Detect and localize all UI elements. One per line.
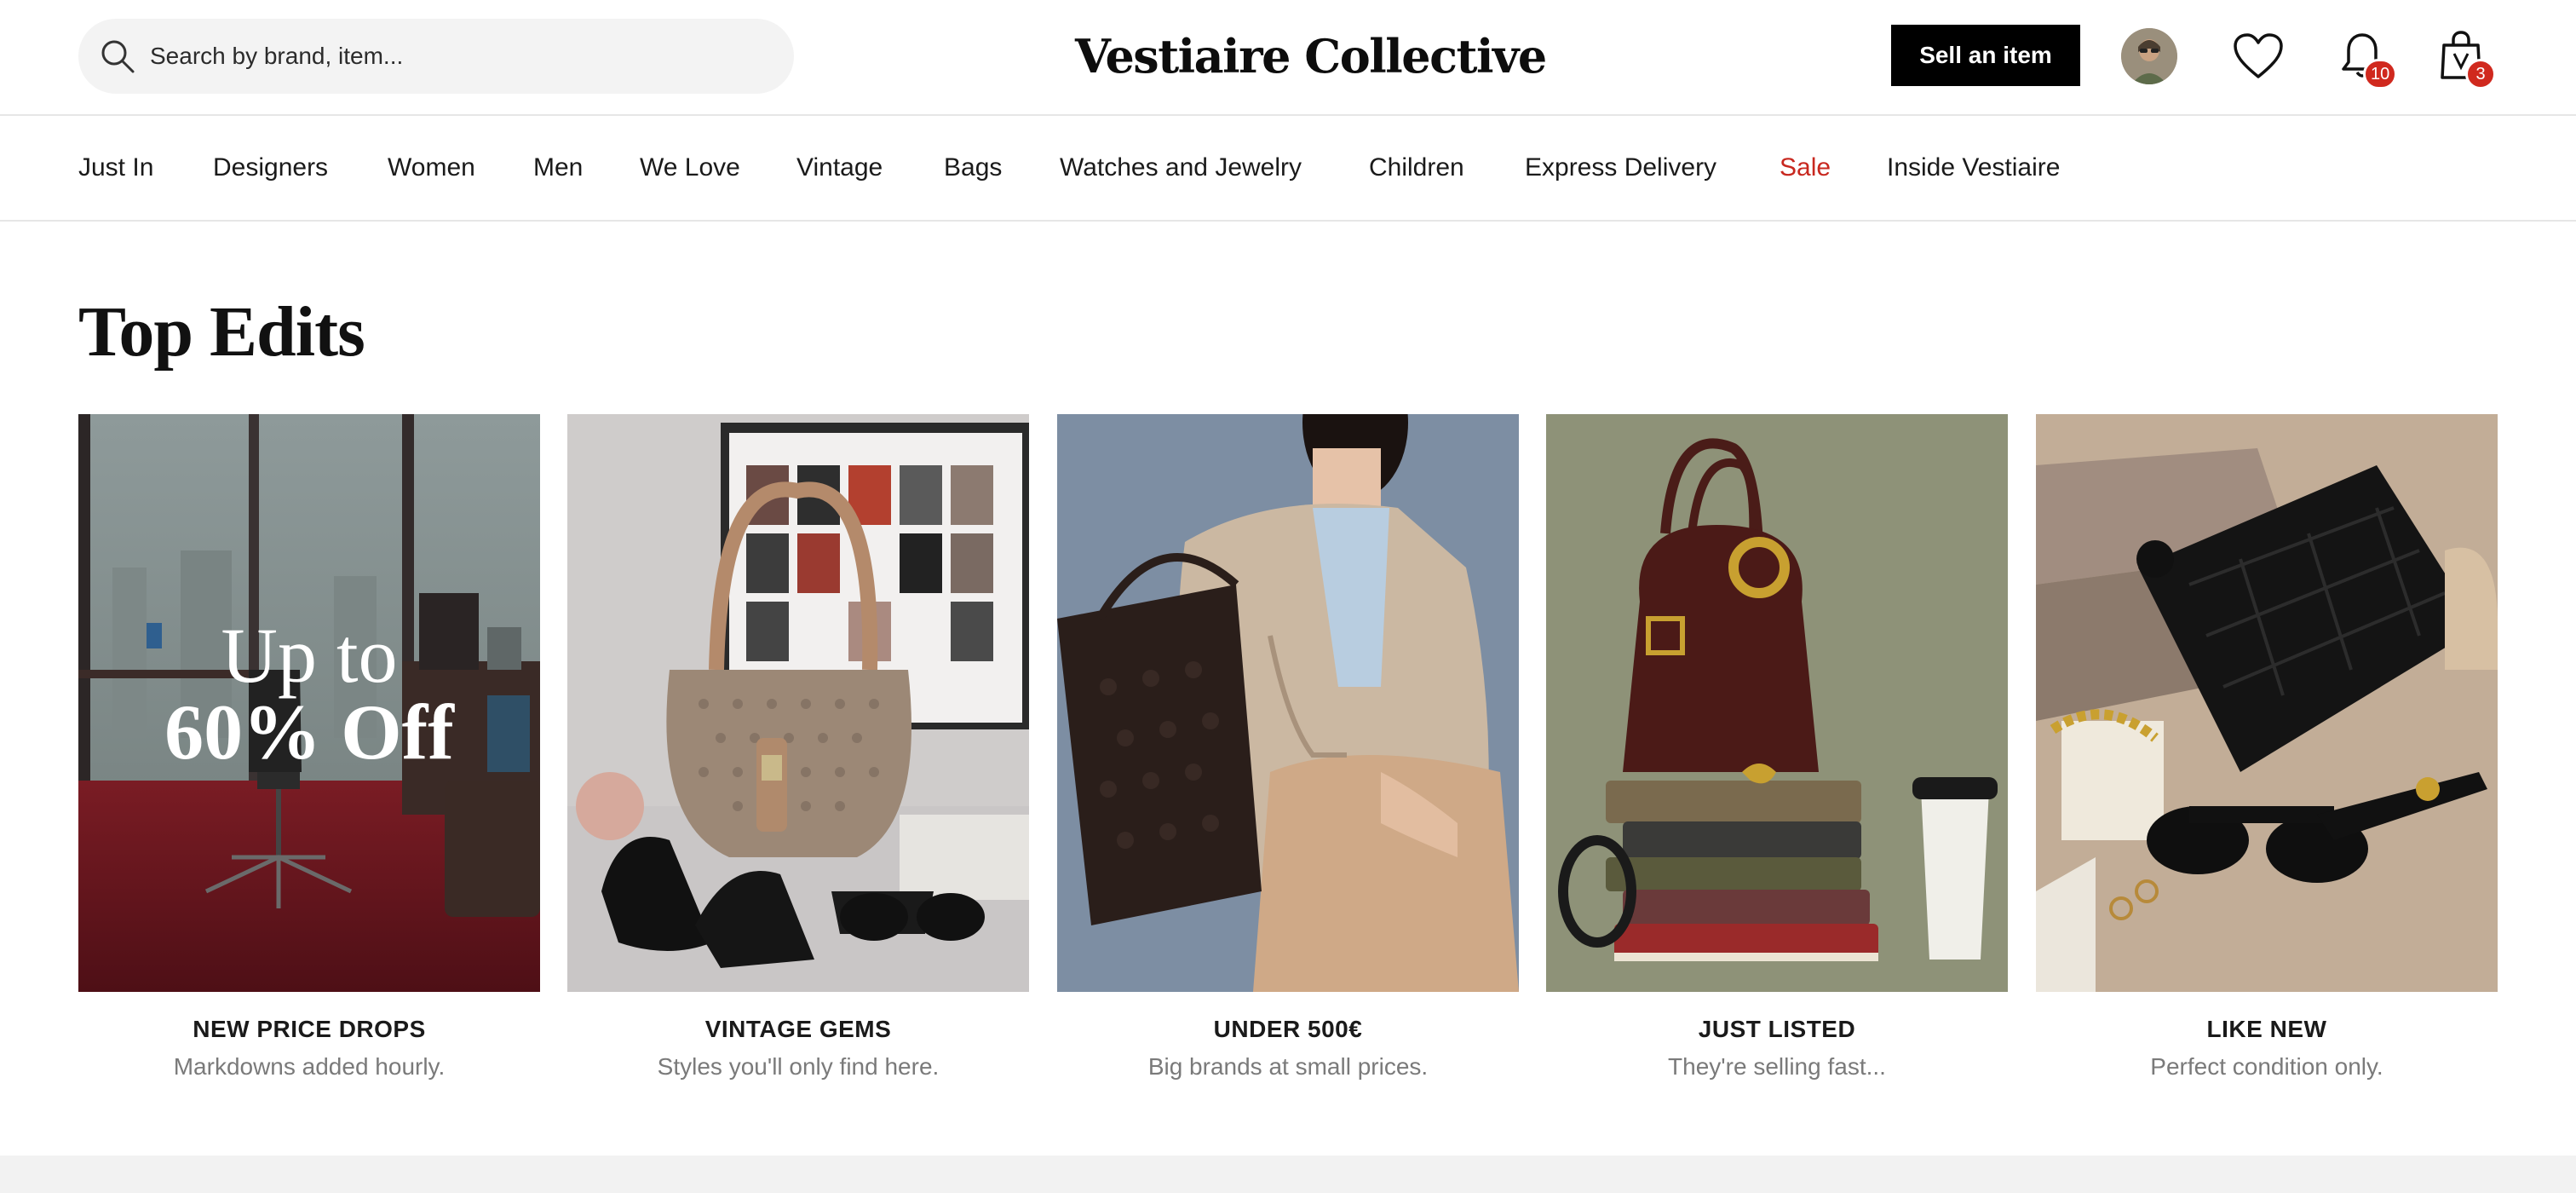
wishlist-button[interactable] — [2230, 28, 2286, 84]
card-title: LIKE NEW — [2206, 1016, 2327, 1042]
cart-badge: 3 — [2465, 59, 2496, 89]
nav-item-vintage[interactable]: Vintage — [796, 153, 883, 182]
edit-card-just-listed[interactable]: JUST LISTED They're selling fast... — [1546, 414, 2008, 1087]
nav-item-inside-vestiaire[interactable]: Inside Vestiaire — [1887, 153, 2060, 182]
sell-item-button[interactable]: Sell an item — [1891, 25, 2080, 86]
user-avatar[interactable] — [2121, 28, 2177, 84]
nav-item-men[interactable]: Men — [533, 153, 583, 182]
site-logo[interactable]: Vestiaire Collective — [1075, 24, 1547, 89]
card-subtitle: They're selling fast... — [1668, 1053, 1886, 1080]
card-subtitle: Markdowns added hourly. — [173, 1053, 446, 1080]
cart-button[interactable]: 3 — [2433, 28, 2496, 89]
nav-item-women[interactable]: Women — [388, 153, 475, 182]
main-navigation: Just In Designers Women Men We Love Vint… — [0, 116, 2576, 222]
nav-item-bags[interactable]: Bags — [944, 153, 1002, 182]
search-input[interactable] — [150, 19, 763, 94]
card-title: NEW PRICE DROPS — [193, 1016, 426, 1042]
nav-item-children[interactable]: Children — [1369, 153, 1464, 182]
section-title: Top Edits — [78, 292, 365, 372]
footer-band — [0, 1156, 2576, 1193]
card-subtitle: Perfect condition only. — [2150, 1053, 2383, 1080]
notifications-badge: 10 — [2363, 59, 2398, 89]
card-title: JUST LISTED — [1698, 1016, 1856, 1042]
search-bar[interactable] — [78, 19, 794, 94]
site-header: Vestiaire Collective Sell an item 10 3 — [0, 0, 2576, 116]
promo-overlay: Up to 60% Off — [78, 612, 540, 775]
nav-item-just-in[interactable]: Just In — [78, 153, 153, 182]
search-icon — [101, 40, 135, 73]
nav-item-express-delivery[interactable]: Express Delivery — [1525, 153, 1716, 182]
edit-card-new-price-drops[interactable]: Up to 60% Off NEW PRICE DROPS Markdowns … — [78, 414, 540, 1087]
edit-card-vintage-gems[interactable]: VINTAGE GEMS Styles you'll only find her… — [567, 414, 1029, 1087]
card-image-clutch-sunglasses — [2036, 414, 2498, 992]
avatar-image — [2121, 28, 2177, 84]
card-subtitle: Styles you'll only find here. — [657, 1053, 940, 1080]
edit-card-like-new[interactable]: LIKE NEW Perfect condition only. — [2036, 414, 2498, 1087]
nav-item-designers[interactable]: Designers — [213, 153, 328, 182]
card-image-office: Up to 60% Off — [78, 414, 540, 992]
heart-icon — [2234, 33, 2283, 78]
nav-item-watches-jewelry[interactable]: Watches and Jewelry — [1060, 153, 1302, 182]
nav-item-sale[interactable]: Sale — [1780, 153, 1831, 182]
notifications-button[interactable]: 10 — [2334, 28, 2398, 89]
card-image-tote-model — [1057, 414, 1519, 992]
nav-item-we-love[interactable]: We Love — [640, 153, 740, 182]
card-title: UNDER 500€ — [1213, 1016, 1363, 1042]
card-image-vintage-bag — [567, 414, 1029, 992]
card-image-handbag-books — [1546, 414, 2008, 992]
card-title: VINTAGE GEMS — [704, 1016, 892, 1042]
card-subtitle: Big brands at small prices. — [1147, 1053, 1429, 1080]
promo-line-1: Up to — [221, 612, 398, 699]
edit-card-under-500[interactable]: UNDER 500€ Big brands at small prices. — [1057, 414, 1519, 1087]
promo-line-2: 60% Off — [164, 689, 454, 775]
